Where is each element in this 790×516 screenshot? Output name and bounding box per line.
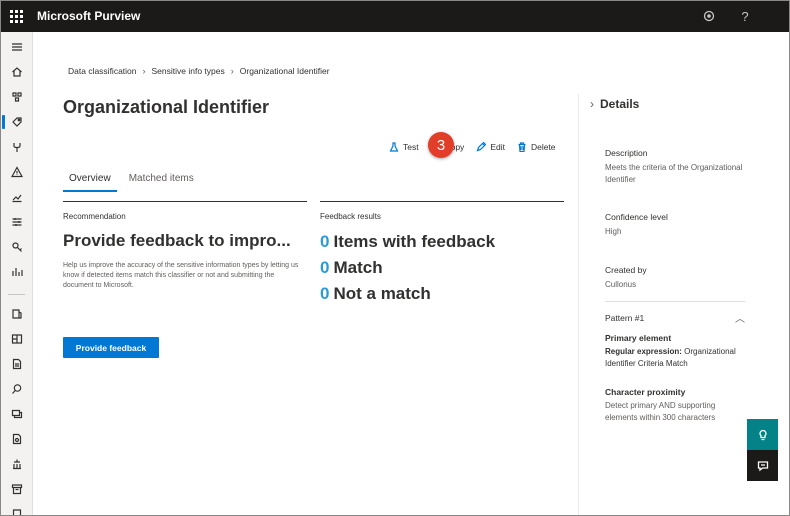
lightbulb-icon <box>758 429 767 440</box>
records-management-icon[interactable] <box>0 479 33 499</box>
data-map-icon[interactable] <box>0 329 33 349</box>
recommendation-heading: Provide feedback to impro... <box>63 231 291 250</box>
reports-icon[interactable] <box>0 187 33 207</box>
feedback-items-count: 0 Items with feedback <box>320 232 496 251</box>
description-label: Description <box>605 148 648 158</box>
policies-icon[interactable] <box>0 212 33 232</box>
created-by-value: Cullonus <box>605 280 637 289</box>
breadcrumb-sensitive-info-types[interactable]: Sensitive info types <box>152 66 225 76</box>
beaker-icon <box>389 142 399 152</box>
tab-overview[interactable]: Overview <box>63 170 117 192</box>
feedback-not-match-count: 0 Not a match <box>320 284 431 303</box>
breadcrumb-chevron-icon: › <box>142 66 146 76</box>
data-classification-icon[interactable] <box>0 112 33 132</box>
breadcrumb-data-classification[interactable]: Data classification <box>68 66 137 76</box>
top-bar: Microsoft Purview ? <box>0 0 790 32</box>
primary-element-value: Regular expression: Organizational Ident… <box>605 347 736 368</box>
edit-button[interactable]: Edit <box>476 142 505 152</box>
solutions-icon[interactable] <box>0 87 33 107</box>
provide-feedback-button[interactable]: Provide feedback <box>63 337 159 358</box>
details-title: Details <box>600 97 640 111</box>
character-proximity-value: Detect primary AND supporting elements w… <box>605 401 716 422</box>
app-title[interactable]: Microsoft Purview <box>37 9 140 23</box>
search-icon[interactable] <box>0 379 33 399</box>
data-connectors-icon[interactable] <box>0 137 33 157</box>
feedback-match-count: 0 Match <box>320 258 383 277</box>
character-proximity-label: Character proximity <box>605 387 686 397</box>
left-navigation <box>0 32 33 516</box>
help-icon[interactable]: ? <box>738 9 752 24</box>
app-launcher-icon[interactable] <box>0 0 32 32</box>
pattern-label[interactable]: Pattern #1 <box>605 313 644 323</box>
confidence-level-label: Confidence level <box>605 212 668 222</box>
tab-matched-items[interactable]: Matched items <box>123 170 200 192</box>
breadcrumb-current: Organizational Identifier <box>239 66 330 76</box>
more-nav-icon[interactable] <box>0 504 33 516</box>
trials-icon[interactable] <box>0 262 33 282</box>
chat-icon <box>757 460 768 471</box>
feedback-chat-button[interactable] <box>747 450 778 481</box>
page-title: Organizational Identifier <box>63 97 270 117</box>
step-number-badge: 3 <box>428 132 454 158</box>
chevron-up-icon[interactable]: ︿ <box>735 310 745 325</box>
breadcrumb-chevron-icon: › <box>230 66 234 76</box>
feedback-results-label: Feedback results <box>320 212 381 221</box>
details-panel-header[interactable]: › Details <box>590 97 639 111</box>
details-separator <box>605 301 745 302</box>
compliance-manager-icon[interactable] <box>0 354 33 374</box>
pencil-icon <box>476 142 487 152</box>
confidence-level-value: High <box>605 227 622 236</box>
breadcrumb: Data classification › Sensitive info typ… <box>68 66 330 76</box>
catalog-icon[interactable] <box>0 304 33 324</box>
hamburger-menu-icon[interactable] <box>0 37 33 57</box>
home-icon[interactable] <box>0 62 33 82</box>
ediscovery-icon[interactable] <box>0 429 33 449</box>
description-value: Meets the criteria of the Organizational… <box>605 163 743 184</box>
tab-list: Overview Matched items <box>63 170 206 192</box>
settings-icon[interactable] <box>702 9 716 23</box>
details-panel-divider <box>578 94 579 516</box>
command-bar: Test opy Edit Delete <box>389 140 568 154</box>
recommendation-label: Recommendation <box>63 212 126 221</box>
primary-element-label: Primary element <box>605 333 672 343</box>
created-by-label: Created by <box>605 265 647 275</box>
information-governance-icon[interactable] <box>0 454 33 474</box>
chevron-right-icon[interactable]: › <box>590 97 594 111</box>
recommendation-description: Help us improve the accuracy of the sens… <box>63 262 299 289</box>
communication-icon[interactable] <box>0 404 33 424</box>
alerts-icon[interactable] <box>0 162 33 182</box>
nav-divider <box>8 294 25 295</box>
help-assistant-button[interactable] <box>747 419 778 450</box>
permissions-icon[interactable] <box>0 237 33 257</box>
trash-icon <box>518 142 526 152</box>
test-button[interactable]: Test <box>389 142 419 152</box>
recommendation-card: Recommendation Provide feedback to impro… <box>63 201 307 291</box>
delete-button[interactable]: Delete <box>517 142 556 152</box>
feedback-results-card: Feedback results 0 Items with feedback 0M… <box>320 201 564 307</box>
